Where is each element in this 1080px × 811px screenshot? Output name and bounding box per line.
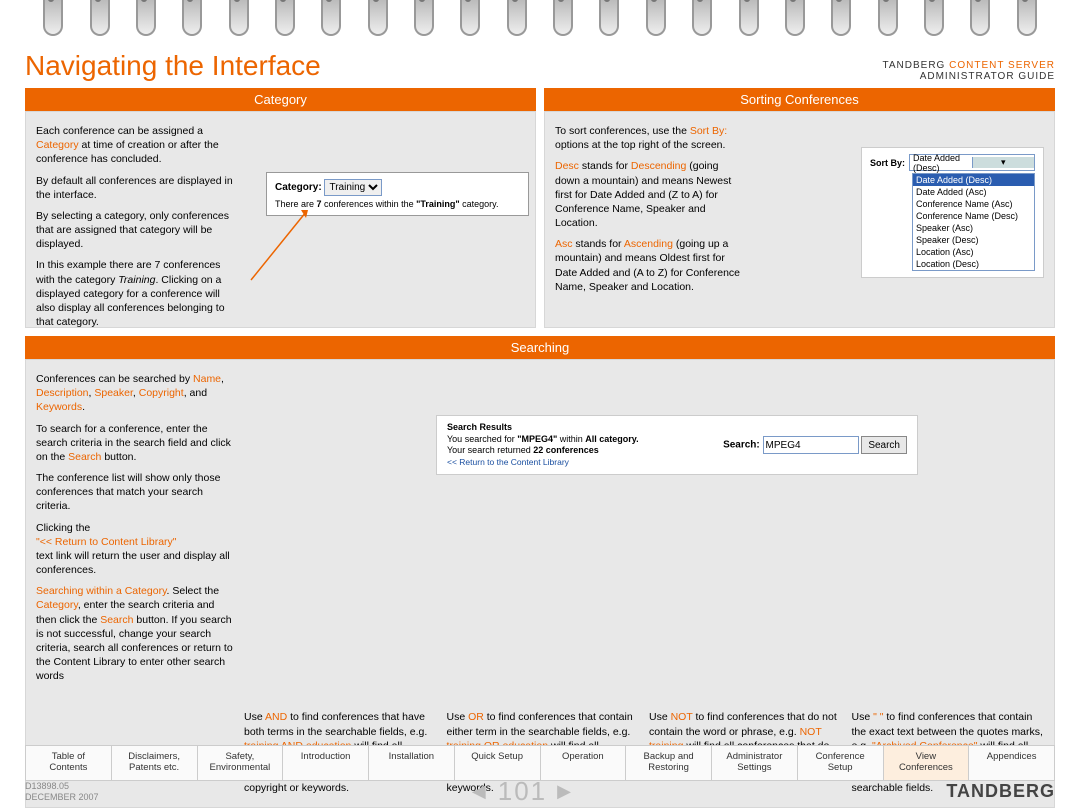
searching-section-bar: Searching (25, 336, 1055, 359)
sort-options-list[interactable]: Date Added (Desc)Date Added (Asc)Confere… (912, 173, 1035, 271)
page-number: 101 (498, 776, 547, 807)
sort-option[interactable]: Date Added (Asc) (913, 186, 1034, 198)
sort-option[interactable]: Conference Name (Desc) (913, 210, 1034, 222)
brand-text: TANDBERG (883, 60, 946, 71)
search-label: Search: (723, 440, 760, 451)
sort-option[interactable]: Location (Desc) (913, 258, 1034, 270)
search-text-column: Conferences can be searched by Name, Des… (26, 360, 246, 702)
page-title: Navigating the Interface (25, 50, 321, 82)
category-illustration: Category: Training There are 7 conferenc… (246, 112, 535, 327)
sort-by-widget: Sort By: Date Added (Desc)▾ Date Added (… (861, 147, 1044, 278)
doc-info: D13898.05DECEMBER 2007 (25, 781, 99, 803)
search-input[interactable] (763, 436, 859, 454)
search-button[interactable] (861, 436, 907, 454)
sort-option[interactable]: Conference Name (Asc) (913, 198, 1034, 210)
sort-combo[interactable]: Date Added (Desc)▾ (909, 154, 1035, 171)
category-label: Category: (275, 182, 322, 193)
category-text-column: Each conference can be assigned a Catego… (26, 112, 246, 327)
sort-by-label: Sort By: (870, 158, 905, 168)
search-results-box: Search Results You searched for "MPEG4" … (436, 415, 918, 475)
prev-page-icon[interactable]: ◀ (472, 781, 488, 802)
spiral-binding (0, 0, 1080, 44)
sort-option[interactable]: Location (Asc) (913, 246, 1034, 258)
chevron-down-icon[interactable]: ▾ (972, 157, 1035, 168)
category-dropdown[interactable]: Training (324, 179, 382, 196)
next-page-icon[interactable]: ▶ (557, 781, 573, 802)
pager: ◀ 101 ▶ (472, 776, 573, 807)
return-link[interactable]: << Return to the Content Library (447, 457, 639, 468)
guide-text: ADMINISTRATOR GUIDE (920, 71, 1055, 82)
sort-option[interactable]: Speaker (Asc) (913, 222, 1034, 234)
product-text: CONTENT SERVER (949, 60, 1055, 71)
search-illustration: Search Results You searched for "MPEG4" … (246, 360, 1054, 702)
sorting-illustration: Sort By: Date Added (Desc)▾ Date Added (… (755, 112, 1054, 327)
sort-option[interactable]: Speaker (Desc) (913, 234, 1034, 246)
category-section-bar: Category (25, 88, 536, 111)
product-label: TANDBERG CONTENT SERVER ADMINISTRATOR GU… (883, 60, 1055, 82)
sort-option[interactable]: Date Added (Desc) (913, 174, 1034, 186)
arrow-icon (246, 202, 346, 282)
brand-logo: TANDBERG (946, 781, 1055, 802)
search-results-title: Search Results (447, 422, 639, 434)
sorting-section-bar: Sorting Conferences (544, 88, 1055, 111)
sorting-text-column: To sort conferences, use the Sort By: op… (545, 112, 755, 327)
